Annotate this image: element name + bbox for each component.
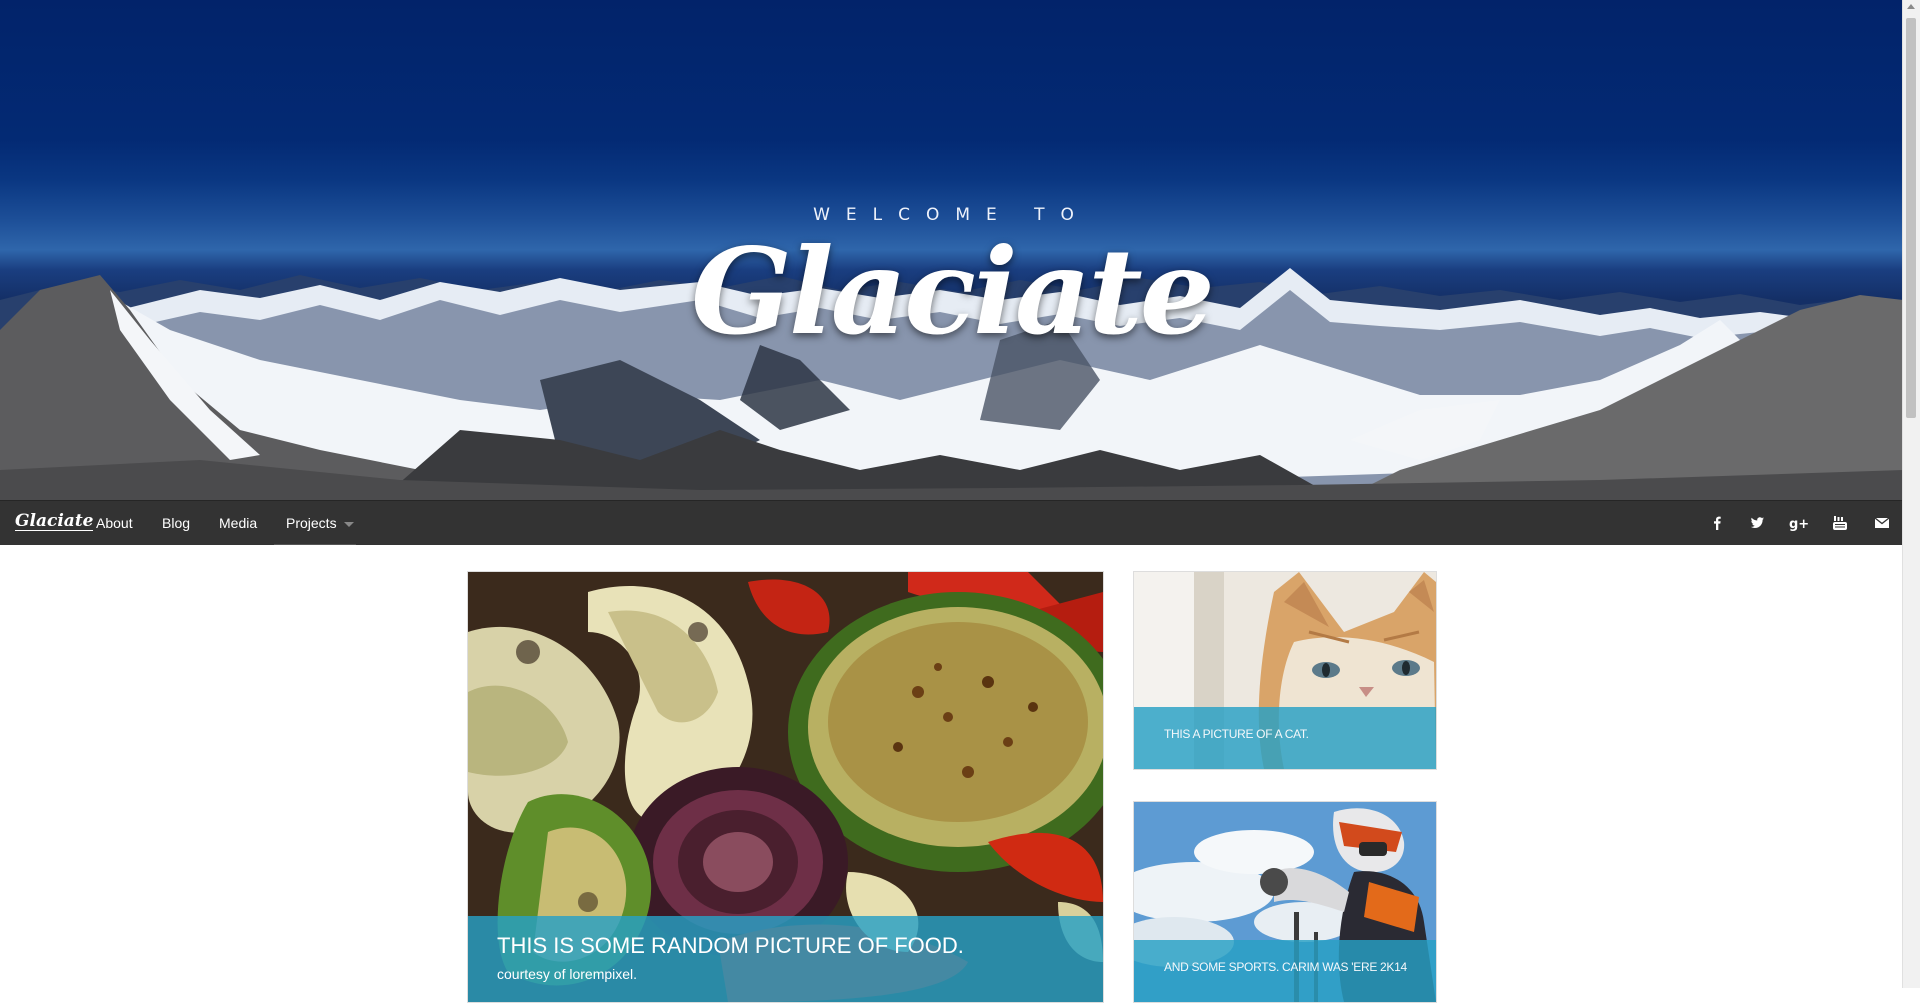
google-plus-icon[interactable]: g+ — [1787, 512, 1809, 534]
nav-item-projects[interactable]: Projects — [286, 515, 337, 531]
envelope-icon[interactable] — [1871, 512, 1893, 534]
cat-card[interactable]: THIS A PICTURE OF A CAT. — [1133, 571, 1437, 770]
nav-item-media[interactable]: Media — [219, 515, 257, 531]
food-caption-title: THIS IS SOME RANDOM PICTURE OF FOOD. — [497, 933, 964, 958]
food-card[interactable]: THIS IS SOME RANDOM PICTURE OF FOOD. cou… — [467, 571, 1104, 1003]
scrollbar-thumb[interactable] — [1906, 18, 1916, 418]
sports-caption-title: AND SOME SPORTS. CARIM WAS 'ERE 2K14 — [1164, 960, 1407, 974]
cat-caption-title: THIS A PICTURE OF A CAT. — [1164, 727, 1309, 741]
food-caption: THIS IS SOME RANDOM PICTURE OF FOOD. cou… — [468, 916, 1103, 1002]
nav-item-blog[interactable]: Blog — [162, 515, 190, 531]
youtube-icon[interactable] — [1829, 512, 1851, 534]
main-navbar: Glaciate About Blog Media Projects g+ — [0, 500, 1903, 545]
sports-caption: AND SOME SPORTS. CARIM WAS 'ERE 2K14 — [1134, 940, 1436, 1002]
hero-banner: WELCOME TO Glaciate — [0, 0, 1903, 500]
navbar-brand-link[interactable]: Glaciate — [15, 512, 94, 531]
nav-item-about[interactable]: About — [96, 515, 133, 531]
nav-dropdown-divider — [274, 544, 356, 545]
sports-card[interactable]: AND SOME SPORTS. CARIM WAS 'ERE 2K14 — [1133, 801, 1437, 1003]
page-scrollbar[interactable] — [1902, 0, 1920, 988]
twitter-icon[interactable] — [1746, 512, 1768, 534]
facebook-icon[interactable] — [1706, 512, 1728, 534]
chevron-down-icon[interactable] — [344, 522, 354, 527]
hero-site-title: Glaciate — [691, 222, 1215, 361]
food-caption-subtitle: courtesy of lorempixel. — [497, 966, 638, 982]
svg-text:g+: g+ — [1789, 517, 1809, 532]
cat-caption: THIS A PICTURE OF A CAT. — [1134, 707, 1436, 769]
scroll-up-arrow-icon[interactable] — [1907, 4, 1915, 9]
